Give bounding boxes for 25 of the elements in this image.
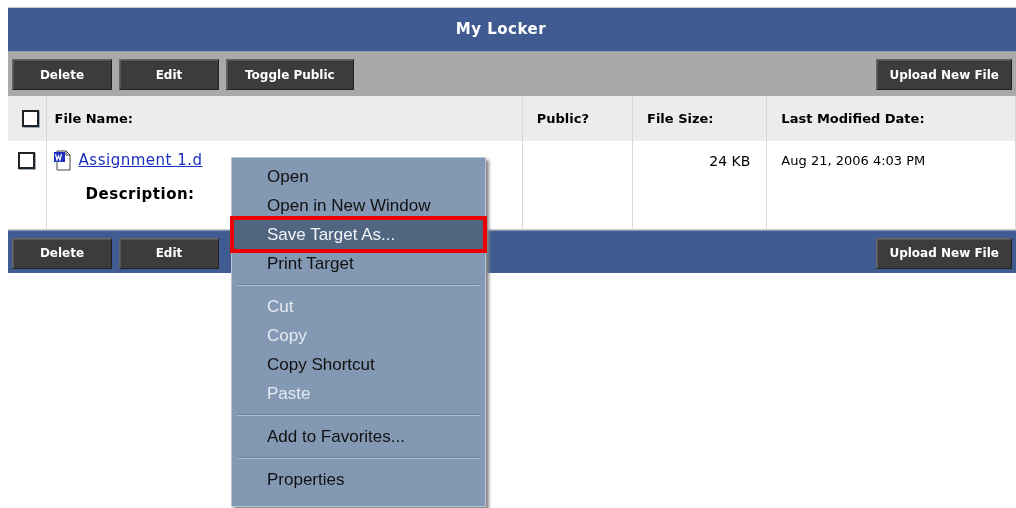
column-header: File Name:	[54, 111, 133, 126]
upload-button[interactable]: Upload New File	[876, 59, 1012, 90]
column-header: File Size:	[647, 111, 714, 126]
checkbox[interactable]	[22, 110, 39, 127]
menu-item[interactable]: Add to Favorites...	[234, 422, 483, 451]
table-cell: 24 KB	[709, 153, 751, 169]
menu-item[interactable]: Print Target	[234, 249, 483, 278]
menu-item[interactable]: Open in New Window	[234, 191, 483, 220]
toggle-button[interactable]: Toggle Public	[226, 59, 354, 90]
action-button[interactable]: Edit	[119, 59, 219, 90]
action-button[interactable]: Delete	[12, 237, 112, 269]
table-cell: Aug 21, 2006 4:03 PM	[781, 153, 926, 168]
menu-item[interactable]: Open	[234, 162, 483, 191]
menu-item[interactable]: Copy Shortcut	[234, 350, 483, 379]
checkbox[interactable]	[18, 152, 36, 169]
action-button[interactable]: Edit	[119, 237, 219, 269]
menu-item[interactable]: Properties	[234, 465, 483, 494]
description-label: Description:	[85, 185, 195, 203]
panel-title: My Locker	[8, 8, 1016, 51]
upload-button[interactable]: Upload New File	[876, 237, 1012, 269]
action-button[interactable]: Delete	[12, 59, 112, 90]
column-header: Public?	[536, 111, 589, 126]
document-icon	[52, 149, 73, 171]
column-header: Last Modified Date:	[781, 111, 925, 126]
file-link[interactable]: Assignment 1.d	[78, 151, 203, 169]
